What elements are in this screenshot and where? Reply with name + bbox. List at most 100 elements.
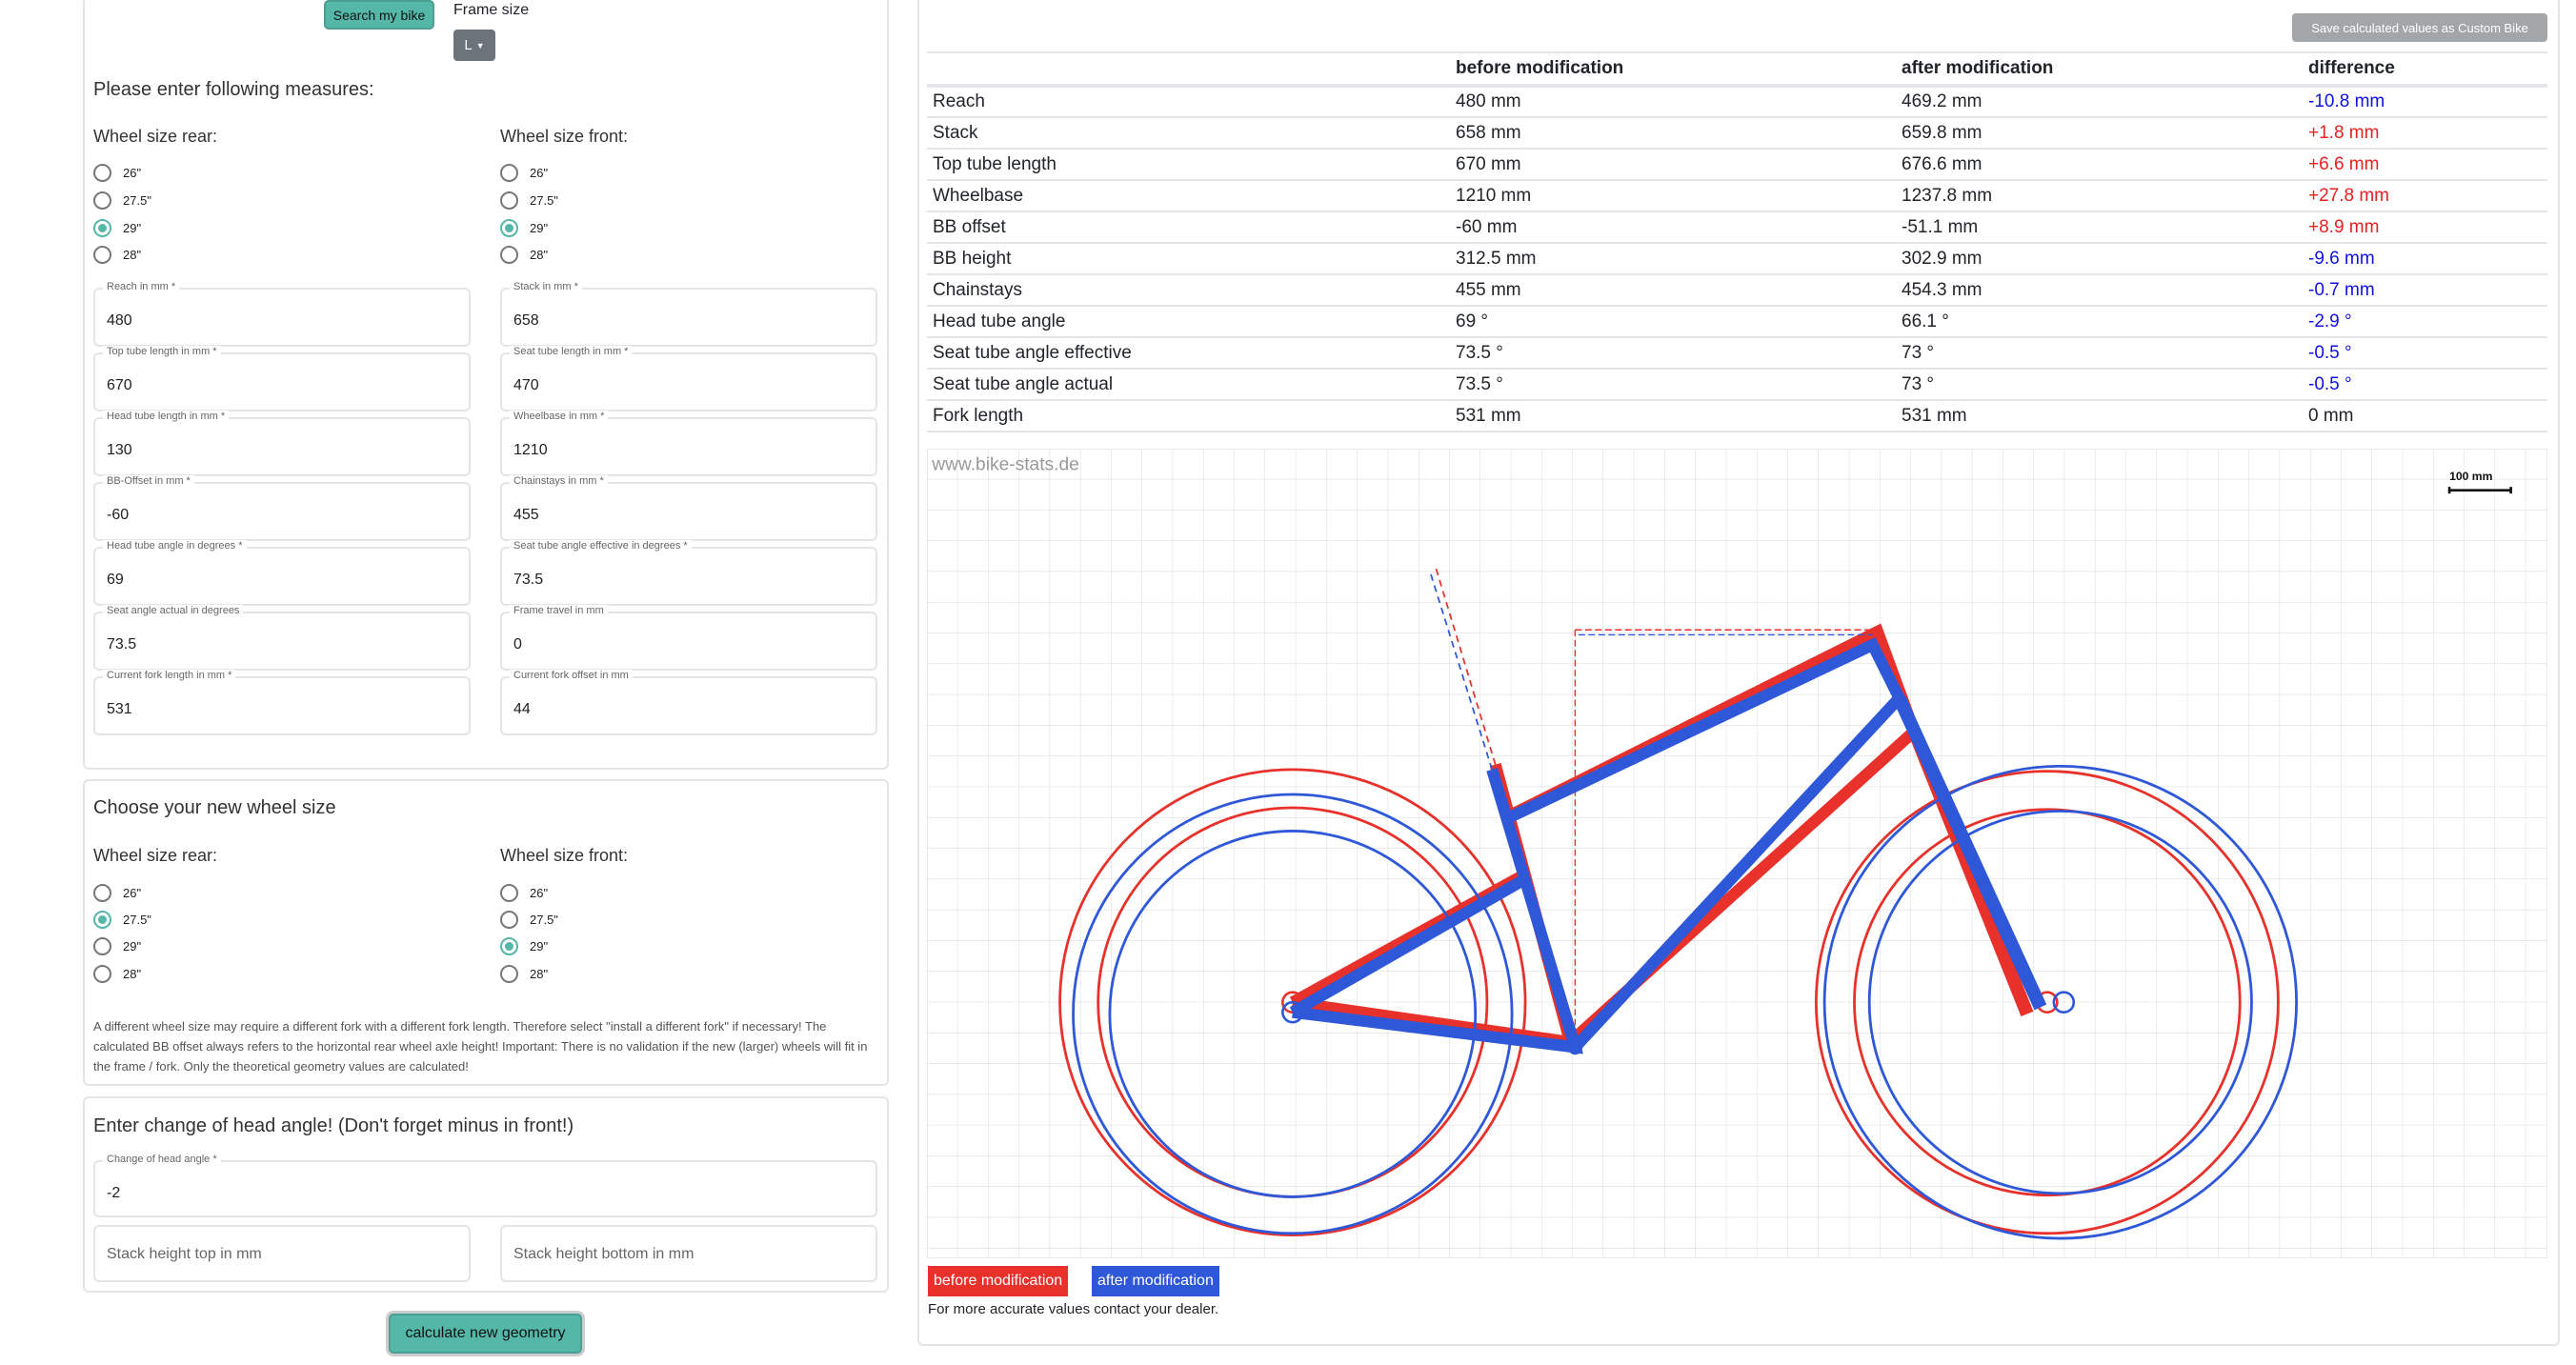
measure-input[interactable]: Head tube length in mm * 130 <box>93 411 471 476</box>
radio-circle[interactable] <box>500 965 518 983</box>
radio-circle[interactable] <box>500 164 518 182</box>
frame-size-select[interactable]: L ▼ <box>453 30 495 61</box>
front-wheel-radio[interactable]: 26" <box>500 164 548 182</box>
rear-wheel-radio[interactable]: 29" <box>93 219 141 237</box>
radio-circle[interactable] <box>500 246 518 264</box>
radio-circle[interactable] <box>93 164 111 182</box>
row-before: 73.5 ° <box>1456 369 1902 401</box>
new-rear-wheel-radio[interactable]: 29" <box>93 937 141 955</box>
radio-label: 26" <box>530 886 549 900</box>
stack-height-bottom-input[interactable]: Stack height bottom in mm <box>500 1225 877 1282</box>
geometry-table: before modification after modification d… <box>927 51 2547 432</box>
col-header-before: before modification <box>1456 51 1902 88</box>
table-row: Seat tube angle actual 73.5 ° 73 ° -0.5 ° <box>927 369 2547 401</box>
new-front-wheel-radio[interactable]: 26" <box>500 884 548 902</box>
measure-input[interactable]: Seat angle actual in degrees 73.5 <box>93 605 471 671</box>
change-head-angle-input[interactable]: Change of head angle * -2 <box>93 1154 877 1217</box>
radio-label: 27.5" <box>123 913 151 927</box>
radio-circle[interactable] <box>500 219 518 237</box>
new-front-wheel-radio[interactable]: 27.5" <box>500 911 558 929</box>
new-rear-wheel-radio[interactable]: 28" <box>93 965 141 983</box>
radio-circle[interactable] <box>93 219 111 237</box>
row-before: 69 ° <box>1456 306 1902 338</box>
measure-input[interactable]: Stack in mm * 658 <box>500 281 877 347</box>
measure-value: 44 <box>513 701 531 717</box>
radio-circle[interactable] <box>93 911 111 929</box>
row-before: 658 mm <box>1456 117 1902 150</box>
measure-input[interactable]: Chainstays in mm * 455 <box>500 475 877 541</box>
table-row: Head tube angle 69 ° 66.1 ° -2.9 ° <box>927 306 2547 338</box>
frame-size-value: L <box>464 37 473 53</box>
table-row: Stack 658 mm 659.8 mm +1.8 mm <box>927 117 2547 150</box>
radio-circle[interactable] <box>93 191 111 210</box>
row-name: BB height <box>927 243 1456 275</box>
measure-input[interactable]: BB-Offset in mm * -60 <box>93 475 471 541</box>
head-angle-title: Enter change of head angle! (Don't forge… <box>93 1115 574 1136</box>
radio-circle[interactable] <box>93 246 111 264</box>
measure-input[interactable]: Frame travel in mm 0 <box>500 605 877 671</box>
front-wheel-label: Wheel size front: <box>500 127 629 146</box>
radio-circle[interactable] <box>93 884 111 902</box>
row-after: 73 ° <box>1902 337 2308 370</box>
front-wheel-radio[interactable]: 28" <box>500 246 548 264</box>
front-wheel-radio[interactable]: 27.5" <box>500 191 558 210</box>
row-difference: -0.5 ° <box>2308 369 2547 401</box>
table-row: Reach 480 mm 469.2 mm -10.8 mm <box>927 86 2547 118</box>
measure-value: 531 <box>107 701 132 717</box>
measure-label: Wheelbase in mm * <box>510 411 609 422</box>
radio-label: 28" <box>530 967 549 981</box>
new-front-wheel-radio[interactable]: 29" <box>500 937 548 955</box>
scale-label: 100 mm <box>2449 470 2493 483</box>
stack-height-top-input[interactable]: Stack height top in mm <box>93 1225 471 1282</box>
row-after: 66.1 ° <box>1902 306 2308 338</box>
col-header-after: after modification <box>1902 51 2308 88</box>
row-name: Stack <box>927 117 1456 150</box>
measure-input[interactable]: Seat tube angle effective in degrees * 73… <box>500 540 877 606</box>
radio-circle[interactable] <box>500 884 518 902</box>
radio-circle[interactable] <box>500 937 518 955</box>
new-rear-wheel-radio[interactable]: 27.5" <box>93 911 151 929</box>
radio-circle[interactable] <box>500 191 518 210</box>
save-custom-bike-button[interactable]: Save calculated values as Custom Bike <box>2292 13 2547 42</box>
measure-input[interactable]: Reach in mm * 480 <box>93 281 471 347</box>
measure-value: 130 <box>107 442 132 458</box>
change-head-angle-value: -2 <box>107 1185 121 1201</box>
measure-input[interactable]: Top tube length in mm * 670 <box>93 346 471 412</box>
measure-input[interactable]: Wheelbase in mm * 1210 <box>500 411 877 476</box>
row-name: Fork length <box>927 400 1456 432</box>
new-front-wheel-radio[interactable]: 28" <box>500 965 548 983</box>
table-row: Wheelbase 1210 mm 1237.8 mm +27.8 mm <box>927 180 2547 212</box>
radio-circle[interactable] <box>93 965 111 983</box>
measure-input[interactable]: Current fork length in mm * 531 <box>93 670 471 735</box>
search-my-bike-button[interactable]: Search my bike <box>324 0 434 30</box>
row-after: 659.8 mm <box>1902 117 2308 150</box>
measure-label: Head tube length in mm * <box>103 411 230 422</box>
row-before: -60 mm <box>1456 211 1902 244</box>
row-difference: +1.8 mm <box>2308 117 2547 150</box>
measures-title: Please enter following measures: <box>93 79 374 100</box>
new-front-wheel-label: Wheel size front: <box>500 846 629 865</box>
new-rear-wheel-radio[interactable]: 26" <box>93 884 141 902</box>
row-after: -51.1 mm <box>1902 211 2308 244</box>
rear-wheel-radio[interactable]: 27.5" <box>93 191 151 210</box>
row-difference: -0.5 ° <box>2308 337 2547 370</box>
measure-input[interactable]: Head tube angle in degrees * 69 <box>93 540 471 606</box>
rear-wheel-radio[interactable]: 26" <box>93 164 141 182</box>
radio-circle[interactable] <box>500 911 518 929</box>
measure-label: Head tube angle in degrees * <box>103 540 247 552</box>
radio-label: 28" <box>123 967 142 981</box>
measure-input[interactable]: Seat tube length in mm * 470 <box>500 346 877 412</box>
measure-label: BB-Offset in mm * <box>103 475 194 487</box>
measure-input[interactable]: Current fork offset in mm 44 <box>500 670 877 735</box>
front-wheel-radio[interactable]: 29" <box>500 219 548 237</box>
row-difference: +6.6 mm <box>2308 149 2547 181</box>
calculate-new-geometry-button[interactable]: calculate new geometry <box>389 1314 582 1354</box>
row-after: 531 mm <box>1902 400 2308 432</box>
row-before: 455 mm <box>1456 274 1902 307</box>
rear-wheel-radio[interactable]: 28" <box>93 246 141 264</box>
radio-circle[interactable] <box>93 937 111 955</box>
measure-value: 73.5 <box>107 636 137 652</box>
col-header-difference: difference <box>2308 51 2547 88</box>
radio-label: 29" <box>123 939 142 953</box>
measure-label: Stack in mm * <box>510 281 582 292</box>
